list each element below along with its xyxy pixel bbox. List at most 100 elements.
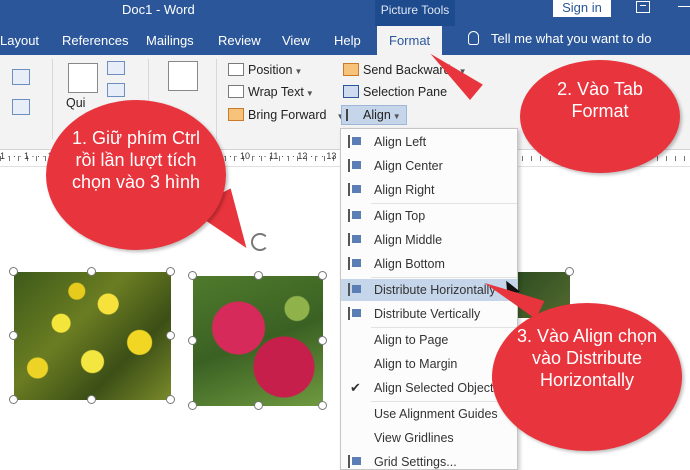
menu-item-label: Align Left <box>374 135 427 149</box>
tab-review[interactable]: Review <box>218 33 261 48</box>
selection-pane-icon <box>343 85 359 98</box>
distribute-vertically-icon <box>348 307 362 320</box>
resize-handle[interactable] <box>565 267 574 276</box>
menu-item-label: Align Right <box>374 183 435 197</box>
resize-handle[interactable] <box>166 267 175 276</box>
menu-item-label: Distribute Vertically <box>374 307 481 321</box>
tell-me-search[interactable]: Tell me what you want to do <box>468 31 651 46</box>
selection-pane-button[interactable]: Selection Pane <box>343 85 447 99</box>
menu-item-use-alignment-guides[interactable]: Use Alignment Guides <box>341 403 517 425</box>
quick-styles-icon[interactable] <box>68 63 98 93</box>
menu-item-align-to-margin[interactable]: Align to Margin <box>341 353 517 375</box>
menu-item-align-center[interactable]: Align Center <box>341 155 517 177</box>
menu-separator <box>371 203 517 204</box>
tell-me-text: Tell me what you want to do <box>491 31 652 46</box>
resize-handle[interactable] <box>318 336 327 345</box>
tab-references[interactable]: References <box>62 33 128 48</box>
resize-handle[interactable] <box>166 331 175 340</box>
position-button[interactable]: Position ▼ <box>228 63 302 77</box>
document-title: Doc1 - Word <box>122 2 195 17</box>
tab-layout[interactable]: Layout <box>0 33 39 48</box>
ribbon-separator <box>52 59 53 139</box>
resize-handle[interactable] <box>188 401 197 410</box>
chevron-down-icon: ▼ <box>294 67 303 76</box>
menu-item-label: Distribute Horizontally <box>374 283 496 297</box>
bring-forward-button[interactable]: Bring Forward▼ <box>228 108 344 122</box>
bring-forward-icon <box>228 108 244 121</box>
menu-item-distribute-vertically[interactable]: Distribute Vertically <box>341 303 517 325</box>
picture-tools-label: Picture Tools <box>375 0 455 26</box>
resize-handle[interactable] <box>318 271 327 280</box>
styles-icon[interactable] <box>12 69 30 85</box>
align-button[interactable]: Align ▼ <box>341 105 407 125</box>
picture-effects-icon[interactable] <box>107 83 125 97</box>
bring-forward-label: Bring Forward <box>248 108 327 122</box>
resize-handle[interactable] <box>318 401 327 410</box>
menu-item-label: Align to Margin <box>374 357 458 371</box>
menu-item-label: Grid Settings... <box>374 455 457 469</box>
wrap-text-button[interactable]: Wrap Text ▼ <box>228 85 314 99</box>
align-middle-icon <box>348 233 362 246</box>
align-dropdown-menu: Align Left Align Center Align Right Alig… <box>340 128 518 470</box>
ribbon-display-options-icon[interactable] <box>636 1 650 13</box>
menu-item-align-top[interactable]: Align Top <box>341 205 517 227</box>
menu-item-align-right[interactable]: Align Right <box>341 179 517 201</box>
sign-in-button[interactable]: Sign in <box>553 0 611 17</box>
red-rose-picture[interactable] <box>193 276 323 406</box>
menu-item-align-bottom[interactable]: Align Bottom <box>341 253 517 275</box>
selection-pane-label: Selection Pane <box>363 85 448 99</box>
align-bottom-icon <box>348 257 362 270</box>
menu-item-align-to-page[interactable]: Align to Page <box>341 329 517 351</box>
picture-layout-icon[interactable] <box>168 61 198 91</box>
menu-item-label: Use Alignment Guides <box>374 407 498 421</box>
resize-handle[interactable] <box>254 401 263 410</box>
menu-item-align-selected-objects[interactable]: ✔ Align Selected Objects <box>341 377 517 399</box>
callout-step-1: 1. Giữ phím Ctrl rồi lần lượt tích chọn … <box>46 100 226 250</box>
resize-handle[interactable] <box>87 395 96 404</box>
menu-item-grid-settings[interactable]: Grid Settings... <box>341 451 517 470</box>
minimize-icon[interactable] <box>678 6 690 7</box>
menu-separator <box>371 327 517 328</box>
yellow-flower-picture[interactable] <box>14 272 171 400</box>
resize-handle[interactable] <box>166 395 175 404</box>
resize-handle[interactable] <box>87 267 96 276</box>
resize-handle[interactable] <box>188 336 197 345</box>
position-icon <box>228 63 244 76</box>
position-label: Position <box>248 63 293 77</box>
align-right-icon <box>348 183 362 196</box>
tab-mailings[interactable]: Mailings <box>146 33 194 48</box>
title-bar: Doc1 - Word Picture Tools Sign in <box>0 0 690 26</box>
callout-step-3: 3. Vào Align chọn vào Distribute Horizon… <box>492 303 682 451</box>
wrap-text-label: Wrap Text <box>248 85 304 99</box>
resize-handle[interactable] <box>254 271 263 280</box>
tab-view[interactable]: View <box>282 33 310 48</box>
tab-help[interactable]: Help <box>334 33 361 48</box>
ribbon-tab-row: Layout References Mailings Review View H… <box>0 26 690 55</box>
menu-separator <box>371 401 517 402</box>
align-icon <box>346 109 360 121</box>
grid-icon <box>348 455 362 468</box>
resize-handle[interactable] <box>9 267 18 276</box>
pen-icon[interactable] <box>107 61 125 75</box>
distribute-horizontally-icon <box>348 283 362 296</box>
resize-handle[interactable] <box>188 271 197 280</box>
chevron-down-icon: ▼ <box>392 112 401 121</box>
menu-item-align-middle[interactable]: Align Middle <box>341 229 517 251</box>
ribbon-separator <box>216 59 217 139</box>
align-left-icon <box>348 135 362 148</box>
send-backward-icon <box>343 63 359 76</box>
resize-handle[interactable] <box>9 331 18 340</box>
lightbulb-icon <box>468 31 479 45</box>
align-label: Align <box>363 108 391 122</box>
wrap-text-icon <box>228 85 244 98</box>
checkmark-icon: ✔ <box>350 380 361 395</box>
menu-item-align-left[interactable]: Align Left <box>341 131 517 153</box>
menu-item-label: View Gridlines <box>374 431 454 445</box>
align-center-icon <box>348 159 362 172</box>
menu-item-label: Align Selected Objects <box>374 381 500 395</box>
chevron-down-icon: ▼ <box>305 89 314 98</box>
effects-icon[interactable] <box>12 99 30 115</box>
menu-item-label: Align Middle <box>374 233 443 247</box>
resize-handle[interactable] <box>9 395 18 404</box>
menu-item-view-gridlines[interactable]: View Gridlines <box>341 427 517 449</box>
